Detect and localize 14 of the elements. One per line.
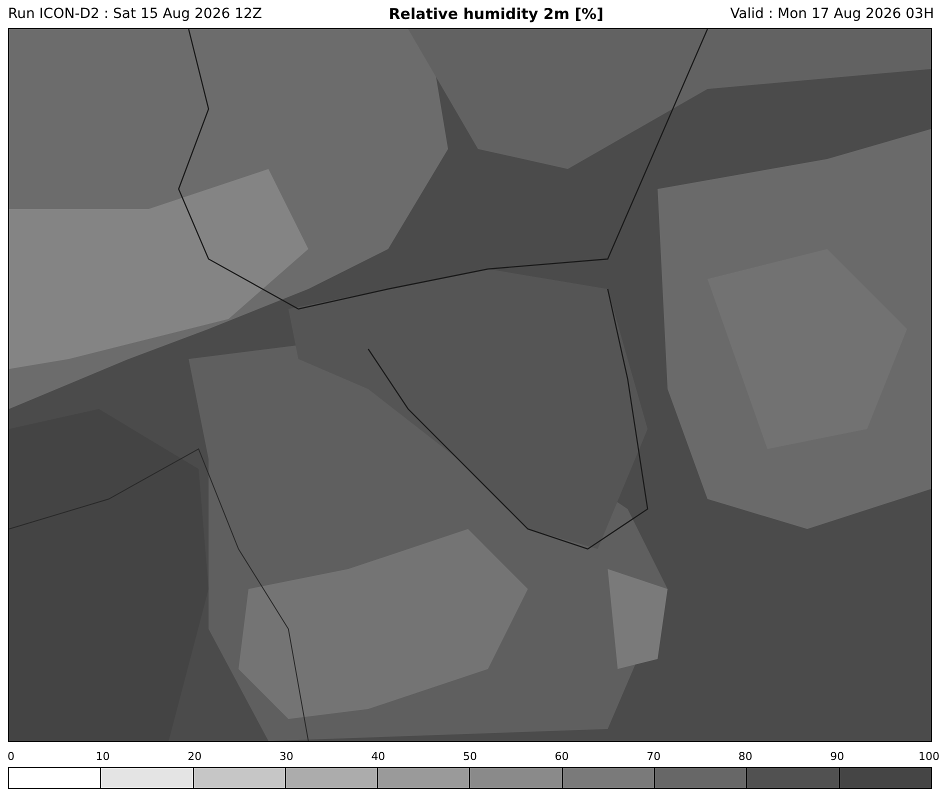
- tick-label: 80: [737, 750, 754, 764]
- tick-label: 40: [370, 750, 386, 764]
- chart-title: Relative humidity 2m [%]: [388, 5, 604, 23]
- tick-label: 20: [186, 750, 203, 764]
- tick-label: 0: [6, 750, 16, 764]
- tick-label: 60: [554, 750, 570, 764]
- tick-label: 70: [646, 750, 662, 764]
- tick-label: 50: [462, 750, 478, 764]
- tick-label: 90: [829, 750, 846, 764]
- run-label: Run ICON-D2 : Sat 15 Aug 2026 12Z: [8, 6, 262, 22]
- tick-label: 100: [918, 750, 940, 764]
- tick-label: 10: [94, 750, 111, 764]
- tick-label: 30: [278, 750, 294, 764]
- valid-label: Valid : Mon 17 Aug 2026 03H: [730, 6, 934, 22]
